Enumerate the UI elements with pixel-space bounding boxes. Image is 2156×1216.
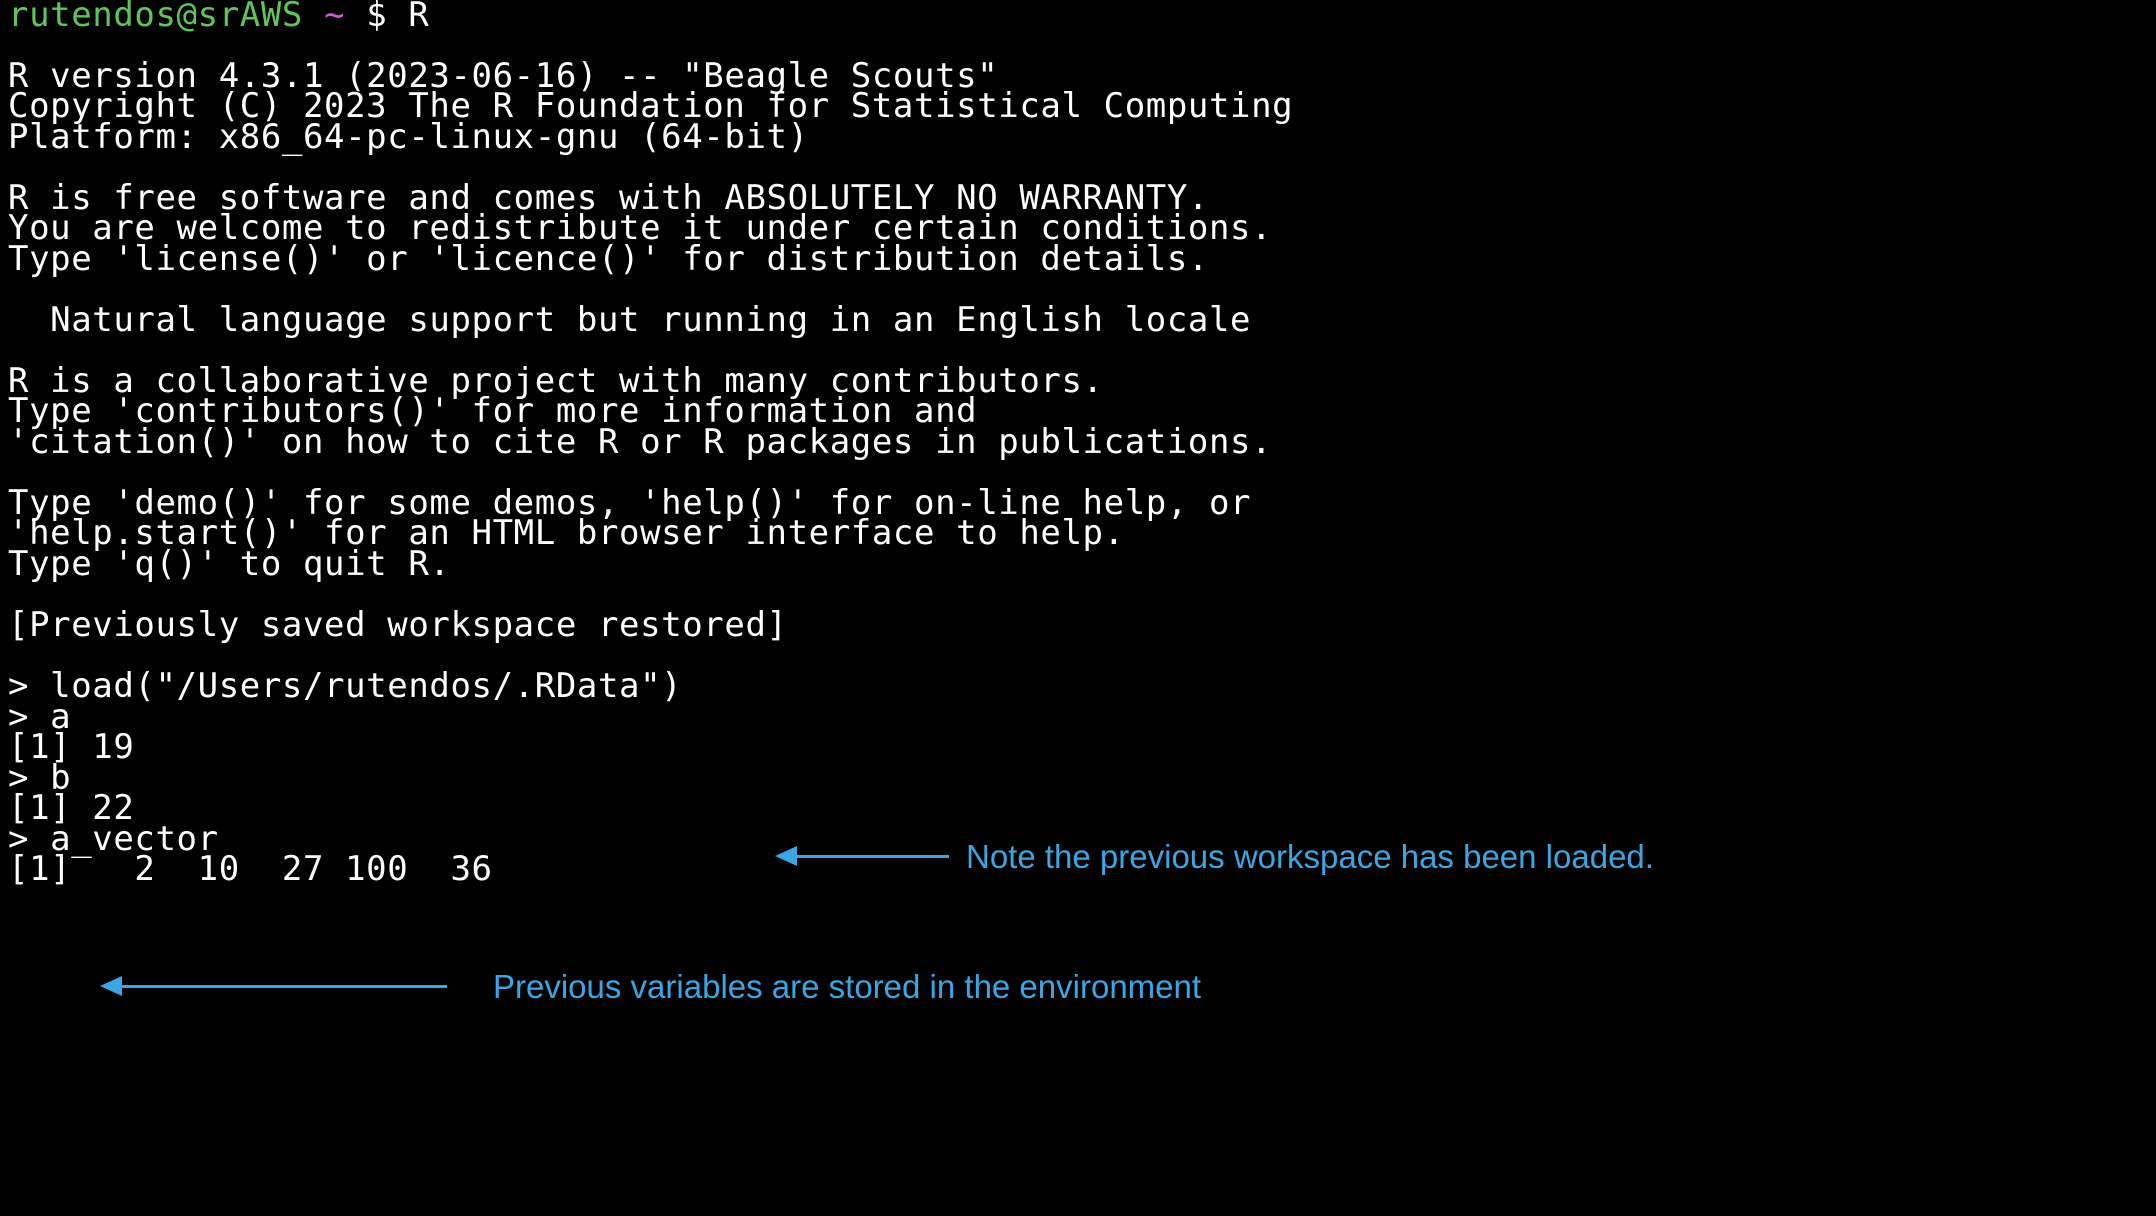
workspace-annotation: Note the previous workspace has been loa… [966, 838, 1654, 875]
variables-annotation: Previous variables are stored in the env… [493, 968, 1202, 1005]
workspace-restored-line: [Previously saved workspace restored] [8, 605, 788, 645]
console-command-load[interactable]: > load("/Users/rutendos/.RData") [8, 665, 682, 707]
prompt-symbol: $ [366, 0, 388, 35]
shell-prompt-line: rutendos@srAWS ~ $ R [8, 0, 429, 36]
banner-platform-line: Platform: x86_64-pc-linux-gnu (64-bit) [8, 117, 809, 157]
user-host: rutendos@srAWS [8, 0, 303, 35]
shell-command: R [408, 0, 430, 35]
workspace-arrow-icon [775, 846, 949, 866]
current-directory: ~ [324, 0, 346, 35]
banner-citation-line: 'citation()' on how to cite R or R packa… [8, 422, 1273, 462]
terminal-window[interactable]: rutendos@srAWS ~ $ R R version 4.3.1 (20… [8, 0, 2148, 1216]
banner-quit-line: Type 'q()' to quit R. [8, 544, 451, 584]
console-output-a-vector: [1] 2 10 27 100 36 [8, 849, 493, 889]
banner-locale-line: Natural language support but running in … [8, 300, 1252, 340]
variables-arrow-icon [100, 976, 447, 996]
banner-license-line: Type 'license()' or 'licence()' for dist… [8, 239, 1209, 279]
